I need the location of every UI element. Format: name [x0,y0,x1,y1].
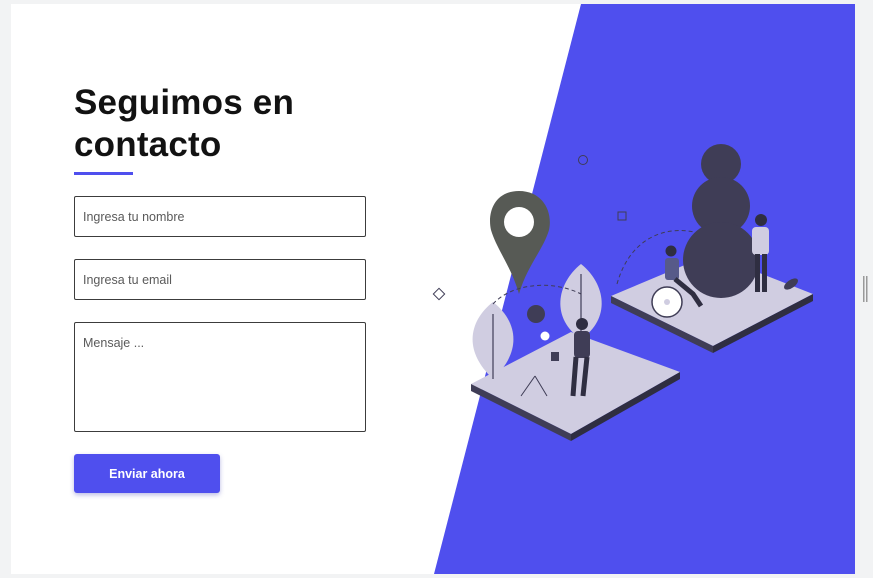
page-title: Seguimos en contacto [74,82,294,166]
scroll-handle-icon[interactable] [863,276,868,302]
title-underline [74,172,133,175]
message-textarea[interactable] [74,322,366,432]
contact-illustration [432,144,813,441]
title-line-2: contacto [74,125,222,164]
location-pin-icon [490,191,550,294]
title-line-1: Seguimos en [74,83,295,122]
contact-page: Seguimos en contacto Enviar ahora [11,4,855,574]
submit-button[interactable]: Enviar ahora [74,454,220,493]
name-input[interactable] [74,196,366,237]
email-input[interactable] [74,259,366,300]
